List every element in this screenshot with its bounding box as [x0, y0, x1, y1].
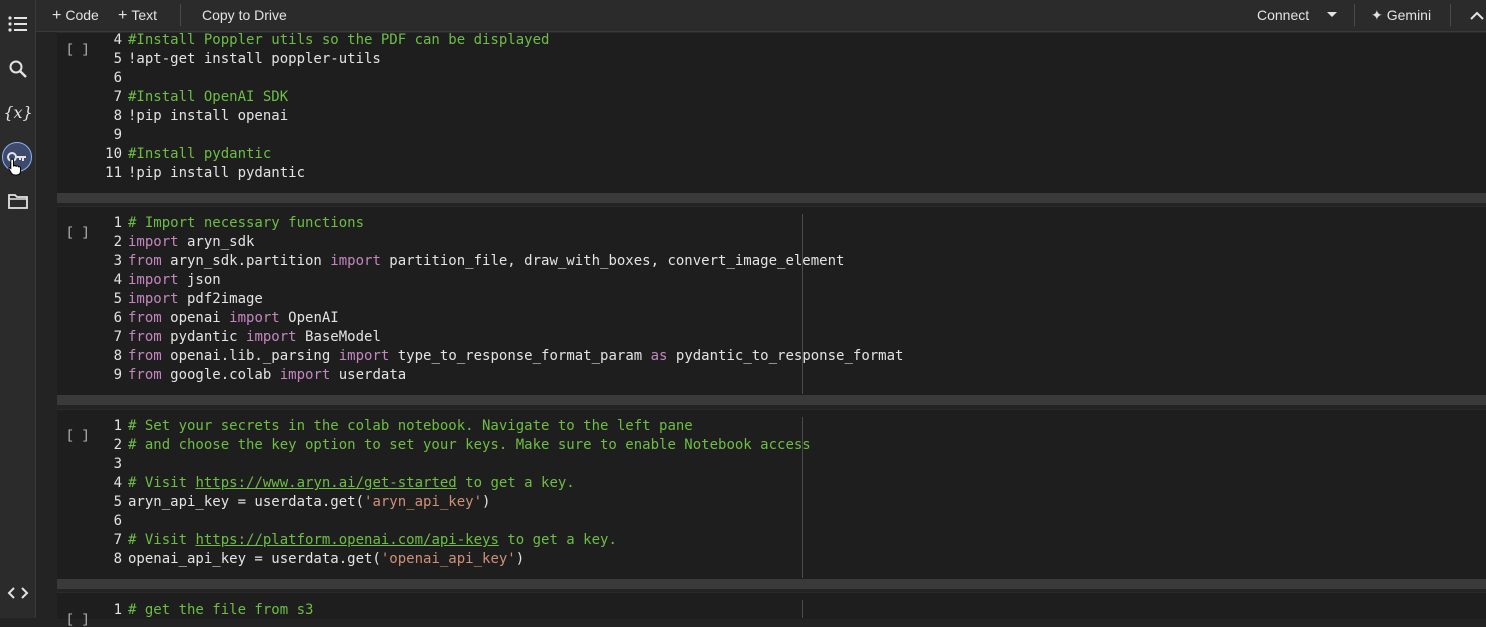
line-number: 7 — [113, 329, 122, 345]
line-number: 4 — [113, 272, 122, 288]
line-number: 6 — [113, 513, 122, 529]
code-line[interactable]: 2 import aryn_sdk — [57, 233, 1457, 252]
code-snippets-icon[interactable] — [6, 581, 30, 605]
code-text: from openai import OpenAI — [128, 310, 339, 326]
connect-dropdown-chevron-icon[interactable] — [1326, 0, 1340, 30]
code-text: !pip install pydantic — [128, 165, 306, 181]
line-number: 1 — [113, 215, 122, 231]
cell-separator — [57, 579, 1486, 589]
line-number: 7 — [113, 532, 122, 548]
code-text: from openai.lib._parsing import type_to_… — [128, 348, 904, 364]
code-text: from aryn_sdk.partition import partition… — [128, 253, 845, 269]
code-line[interactable]: 11 !pip install pydantic — [57, 164, 1457, 183]
code-text: #Install OpenAI SDK — [128, 89, 289, 105]
gemini-sparkle-icon: ✦ — [1371, 7, 1383, 23]
plus-icon: + — [52, 7, 62, 24]
code-line[interactable]: 9 — [57, 126, 1457, 145]
code-text: !apt-get install poppler-utils — [128, 51, 381, 67]
line-number: 1 — [113, 418, 122, 434]
code-text: # Set your secrets in the colab notebook… — [128, 418, 693, 434]
toolbar-divider — [1450, 4, 1451, 26]
line-number: 5 — [113, 494, 122, 510]
code-line[interactable]: 1 # Set your secrets in the colab noteboo… — [57, 417, 1457, 436]
code-text: # and choose the key option to set your … — [128, 437, 811, 453]
gemini-button[interactable]: ✦ Gemini — [1371, 0, 1431, 30]
variables-icon[interactable]: {x} — [3, 100, 32, 124]
code-line[interactable]: 7 #Install OpenAI SDK — [57, 88, 1457, 107]
line-number: 5 — [113, 51, 122, 67]
line-number: 2 — [113, 437, 122, 453]
copy-to-drive-button[interactable]: Copy to Drive — [202, 0, 287, 30]
code-line[interactable]: 6 from openai import OpenAI — [57, 309, 1457, 328]
line-number: 5 — [113, 291, 122, 307]
code-text: # Import necessary functions — [128, 215, 365, 231]
line-number: 2 — [113, 234, 122, 250]
files-folder-icon[interactable] — [6, 189, 30, 213]
line-number: 6 — [113, 70, 122, 86]
code-line[interactable]: 10 #Install pydantic — [57, 145, 1457, 164]
code-text: import aryn_sdk — [128, 234, 255, 250]
collapse-chevron-up-icon[interactable] — [1470, 0, 1486, 30]
line-number: 6 — [113, 310, 122, 326]
code-text: import json — [128, 272, 221, 288]
line-number: 7 — [113, 89, 122, 105]
code-line[interactable]: 6 — [57, 512, 1457, 531]
plus-icon: + — [118, 7, 128, 24]
code-text: from pydantic import BaseModel — [128, 329, 381, 345]
code-text: !pip install openai — [128, 108, 289, 124]
add-text-button[interactable]: + Text — [118, 0, 157, 30]
line-number: 8 — [113, 108, 122, 124]
code-line[interactable]: 6 — [57, 69, 1457, 88]
line-number: 3 — [113, 253, 122, 269]
search-icon[interactable] — [6, 57, 30, 81]
code-line[interactable]: 5 !apt-get install poppler-utils — [57, 50, 1457, 69]
line-number: 8 — [113, 551, 122, 567]
add-code-button[interactable]: + Code — [52, 0, 99, 30]
code-text: aryn_api_key = userdata.get('aryn_api_ke… — [128, 494, 491, 510]
code-line[interactable]: 2 # and choose the key option to set your… — [57, 436, 1457, 455]
cell-separator — [57, 193, 1486, 203]
line-number: 1 — [113, 602, 122, 618]
line-number: 3 — [113, 456, 122, 472]
code-text: #Install Poppler utils so the PDF can be… — [128, 32, 550, 48]
code-line[interactable]: 4 #Install Poppler utils so the PDF can b… — [57, 31, 1457, 50]
code-line[interactable]: 3 from aryn_sdk.partition import partitio… — [57, 252, 1457, 271]
code-text: # get the file from s3 — [128, 602, 314, 618]
code-line[interactable]: 3 — [57, 455, 1457, 474]
code-line[interactable]: 7 # Visit https://platform.openai.com/api… — [57, 531, 1457, 550]
table-of-contents-icon[interactable] — [6, 12, 30, 36]
connect-button[interactable]: Connect — [1257, 0, 1309, 30]
code-line[interactable]: 4 import json — [57, 271, 1457, 290]
pointer-cursor-icon — [8, 158, 22, 176]
code-text: # Visit https://www.aryn.ai/get-started … — [128, 475, 575, 491]
code-line[interactable]: 1 # get the file from s3 — [57, 601, 1457, 620]
line-number: 10 — [105, 146, 122, 162]
line-number: 9 — [113, 367, 122, 383]
code-text: from google.colab import userdata — [128, 367, 407, 383]
code-line[interactable]: 1 # Import necessary functions — [57, 214, 1457, 233]
toolbar-divider — [1354, 4, 1355, 26]
line-number: 4 — [113, 475, 122, 491]
line-number: 8 — [113, 348, 122, 364]
code-line[interactable]: 9 from google.colab import userdata — [57, 366, 1457, 385]
code-text: openai_api_key = userdata.get('openai_ap… — [128, 551, 525, 567]
code-line[interactable]: 7 from pydantic import BaseModel — [57, 328, 1457, 347]
notebook-toolbar: + Code + Text Copy to Drive Connect ✦ Gemin… — [36, 0, 1486, 32]
code-text: #Install pydantic — [128, 146, 272, 162]
line-number: 9 — [113, 127, 122, 143]
left-sidebar: {x} — [0, 0, 36, 618]
line-number: 4 — [113, 32, 122, 48]
code-line[interactable]: 5 aryn_api_key = userdata.get('aryn_api_k… — [57, 493, 1457, 512]
code-line[interactable]: 8 from openai.lib._parsing import type_to… — [57, 347, 1457, 366]
code-text: import pdf2image — [128, 291, 263, 307]
code-line[interactable]: 8 openai_api_key = userdata.get('openai_a… — [57, 550, 1457, 569]
code-line[interactable]: 8 !pip install openai — [57, 107, 1457, 126]
code-line[interactable]: 5 import pdf2image — [57, 290, 1457, 309]
code-line[interactable]: 4 # Visit https://www.aryn.ai/get-started… — [57, 474, 1457, 493]
code-text: # Visit https://platform.openai.com/api-… — [128, 532, 617, 548]
cell-separator — [57, 395, 1486, 405]
toolbar-divider — [180, 4, 181, 26]
line-number: 11 — [105, 165, 122, 181]
